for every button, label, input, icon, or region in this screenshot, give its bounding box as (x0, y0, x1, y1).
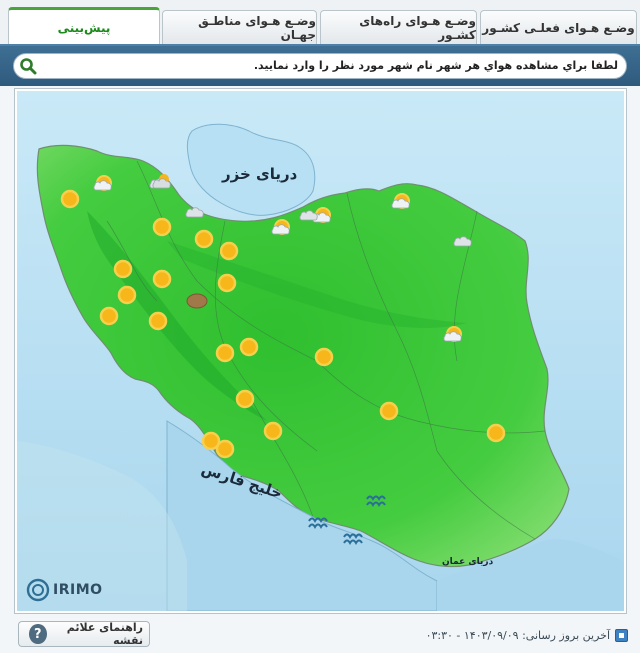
sunny-icon[interactable] (193, 228, 215, 250)
search-button[interactable] (15, 55, 41, 77)
irimo-logo-text: IRIMO (53, 582, 103, 598)
cloudy-icon[interactable] (452, 230, 474, 252)
sunny-icon[interactable] (116, 284, 138, 306)
dust-icon[interactable] (186, 290, 208, 312)
sunny-icon[interactable] (238, 336, 260, 358)
partly-cloudy-icon[interactable] (270, 218, 292, 240)
partly-cloudy-icon[interactable] (442, 325, 464, 347)
waves-icon[interactable] (308, 512, 330, 534)
search-icon (19, 57, 37, 75)
city-search-input[interactable]: لطفا براي مشاهده هواي هر شهر نام شهر مور… (13, 53, 627, 79)
help-icon: ? (29, 624, 47, 644)
cloudy-sun-icon[interactable] (151, 172, 173, 194)
partly-cloudy-icon[interactable] (92, 174, 114, 196)
waves-icon[interactable] (343, 528, 365, 550)
last-update-info: آخرین بروز رسانی: ۱۴۰۳/۰۹/۰۹ - ۰۳:۳۰ (426, 627, 628, 643)
legend-button-label: راهنمای علائم نقشه (47, 621, 143, 647)
sunny-icon[interactable] (218, 240, 240, 262)
map-frame: دریای خزر خلیج فارس دریای عمان (14, 88, 627, 614)
oman-sea-label: دریای عمان (442, 557, 493, 567)
tab-road-weather[interactable]: وضـع هـوای راه‌های کشـور (320, 10, 477, 44)
weather-map[interactable]: دریای خزر خلیج فارس دریای عمان (17, 91, 624, 611)
tab-bar: پیش‌بینی وضـع هـوای مناطـق جهـان وضـع هـ… (0, 0, 640, 46)
sunny-icon[interactable] (112, 258, 134, 280)
waves-icon[interactable] (366, 490, 388, 512)
sunny-icon[interactable] (485, 422, 507, 444)
cloudy-icon[interactable] (184, 201, 206, 223)
sunny-icon[interactable] (147, 310, 169, 332)
sunny-icon[interactable] (216, 272, 238, 294)
sunny-icon[interactable] (59, 188, 81, 210)
tab-forecast[interactable]: پیش‌بینی (8, 7, 160, 46)
tab-current-weather[interactable]: وضـع هـوای فعلـی کشـور (480, 10, 637, 44)
search-bar: لطفا براي مشاهده هواي هر شهر نام شهر مور… (0, 46, 640, 86)
sunny-icon[interactable] (151, 268, 173, 290)
sunny-icon[interactable] (98, 305, 120, 327)
sunny-icon[interactable] (262, 420, 284, 442)
sunny-icon[interactable] (378, 400, 400, 422)
sunny-icon[interactable] (313, 346, 335, 368)
info-icon (615, 629, 628, 642)
sunny-icon[interactable] (151, 216, 173, 238)
sunny-icon[interactable] (214, 342, 236, 364)
partly-cloudy-icon[interactable] (390, 192, 412, 214)
tab-world-weather[interactable]: وضـع هـوای مناطـق جهـان (162, 10, 317, 44)
cloudy-icon[interactable] (298, 204, 320, 226)
map-legend-button[interactable]: راهنمای علائم نقشه ? (18, 621, 150, 647)
caspian-sea-label: دریای خزر (222, 165, 297, 183)
last-update-text: آخرین بروز رسانی: ۱۴۰۳/۰۹/۰۹ - ۰۳:۳۰ (426, 629, 610, 642)
irimo-logo-icon (26, 578, 50, 602)
irimo-logo: IRIMO (26, 578, 103, 602)
sunny-icon[interactable] (234, 388, 256, 410)
sunny-icon[interactable] (214, 438, 236, 460)
